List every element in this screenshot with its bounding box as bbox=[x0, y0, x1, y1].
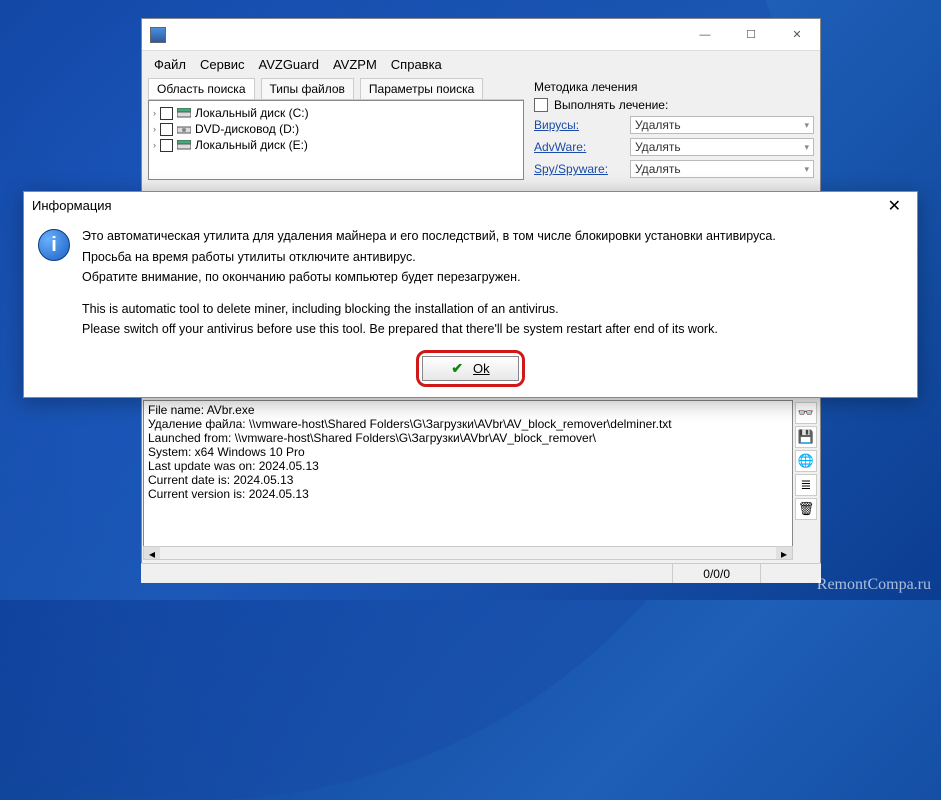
log-line: System: x64 Windows 10 Pro bbox=[148, 445, 788, 459]
log-line: Last update was on: 2024.05.13 bbox=[148, 459, 788, 473]
drive-d-label: DVD-дисковод (D:) bbox=[195, 122, 299, 136]
log-line: Удаление файла: \\vmware-host\Shared Fol… bbox=[148, 417, 788, 431]
left-tabs: Область поиска Типы файлов Параметры пои… bbox=[148, 78, 524, 100]
dvd-icon bbox=[177, 124, 191, 135]
titlebar: — ☐ ✕ bbox=[142, 19, 820, 51]
hdd-icon bbox=[177, 108, 191, 119]
tab-file-types[interactable]: Типы файлов bbox=[261, 78, 354, 99]
log-line: Current version is: 2024.05.13 bbox=[148, 487, 788, 501]
log-toolbar: 👓 💾 🌐 ≣ 🗑 bbox=[793, 400, 819, 560]
chevron-down-icon: ▾ bbox=[804, 142, 809, 153]
check-icon: ✔ bbox=[451, 360, 463, 377]
log-text[interactable]: File name: AVbr.exe Удаление файла: \\vm… bbox=[143, 400, 793, 560]
scroll-left-icon[interactable]: ◂ bbox=[144, 547, 160, 559]
statusbar: 0/0/0 bbox=[141, 563, 821, 583]
do-cure-checkbox[interactable] bbox=[534, 98, 548, 112]
dialog-text-ru2: Просьба на время работы утилиты отключит… bbox=[82, 248, 776, 266]
menu-avzpm[interactable]: AVZPM bbox=[333, 57, 377, 72]
drive-e-checkbox[interactable] bbox=[160, 139, 173, 152]
adware-label[interactable]: AdvWare: bbox=[534, 140, 624, 154]
dialog-close-button[interactable]: ✕ bbox=[880, 194, 909, 218]
log-panel: File name: AVbr.exe Удаление файла: \\vm… bbox=[143, 400, 819, 560]
save-icon[interactable]: 💾 bbox=[795, 426, 817, 448]
drive-e-label: Локальный диск (E:) bbox=[195, 138, 308, 152]
chevron-right-icon: › bbox=[153, 108, 156, 118]
spyware-action-select[interactable]: Удалять ▾ bbox=[630, 160, 814, 178]
do-cure-label: Выполнять лечение: bbox=[554, 98, 668, 112]
drive-d-checkbox[interactable] bbox=[160, 123, 173, 136]
adware-action-select[interactable]: Удалять ▾ bbox=[630, 138, 814, 156]
spyware-label[interactable]: Spy/Spyware: bbox=[534, 162, 624, 176]
dialog-title: Информация bbox=[32, 198, 112, 213]
stack-icon[interactable]: ≣ bbox=[795, 474, 817, 496]
horizontal-scrollbar[interactable]: ◂ ▸ bbox=[143, 546, 793, 560]
menu-help[interactable]: Справка bbox=[391, 57, 442, 72]
log-line: Launched from: \\vmware-host\Shared Fold… bbox=[148, 431, 788, 445]
tree-row-c[interactable]: › Локальный диск (C:) bbox=[153, 105, 519, 121]
hdd-icon bbox=[177, 140, 191, 151]
adware-action-value: Удалять bbox=[635, 140, 681, 154]
globe-icon[interactable]: 🌐 bbox=[795, 450, 817, 472]
ok-button-highlight: ✔ Ok bbox=[416, 350, 524, 387]
ok-label: Ok bbox=[473, 361, 490, 376]
dialog-text-en1: This is automatic tool to delete miner, … bbox=[82, 300, 776, 318]
scroll-right-icon[interactable]: ▸ bbox=[776, 547, 792, 559]
tree-row-d[interactable]: › DVD-дисковод (D:) bbox=[153, 121, 519, 137]
ok-button[interactable]: ✔ Ok bbox=[422, 356, 518, 381]
drive-tree: › Локальный диск (C:) › DVD-дисковод (D:… bbox=[148, 100, 524, 180]
tab-scan-params[interactable]: Параметры поиска bbox=[360, 78, 483, 99]
virus-action-select[interactable]: Удалять ▾ bbox=[630, 116, 814, 134]
menu-avzguard[interactable]: AVZGuard bbox=[259, 57, 319, 72]
tree-row-e[interactable]: › Локальный диск (E:) bbox=[153, 137, 519, 153]
glasses-icon[interactable]: 👓 bbox=[795, 402, 817, 424]
chevron-down-icon: ▾ bbox=[804, 120, 809, 131]
dialog-text-en2: Please switch off your antivirus before … bbox=[82, 320, 776, 338]
app-icon bbox=[150, 27, 166, 43]
virus-label[interactable]: Вирусы: bbox=[534, 118, 624, 132]
chevron-right-icon: › bbox=[153, 124, 156, 134]
menu-service[interactable]: Сервис bbox=[200, 57, 245, 72]
drive-c-checkbox[interactable] bbox=[160, 107, 173, 120]
chevron-down-icon: ▾ bbox=[804, 164, 809, 175]
chevron-right-icon: › bbox=[153, 140, 156, 150]
spyware-action-value: Удалять bbox=[635, 162, 681, 176]
minimize-button[interactable]: — bbox=[682, 19, 728, 50]
status-counter: 0/0/0 bbox=[672, 564, 760, 583]
dialog-message: Это автоматическая утилита для удаления … bbox=[82, 227, 776, 340]
dialog-titlebar: Информация ✕ bbox=[24, 192, 917, 219]
virus-action-value: Удалять bbox=[635, 118, 681, 132]
maximize-button[interactable]: ☐ bbox=[728, 19, 774, 50]
watermark: RemontCompa.ru bbox=[817, 576, 931, 594]
tab-scan-area[interactable]: Область поиска bbox=[148, 78, 255, 99]
dialog-text-ru3: Обратите внимание, по окончанию работы к… bbox=[82, 268, 776, 286]
cure-group-title: Методика лечения bbox=[534, 78, 814, 96]
dialog-text-ru1: Это автоматическая утилита для удаления … bbox=[82, 227, 776, 245]
clear-icon[interactable]: 🗑 bbox=[795, 498, 817, 520]
close-button[interactable]: ✕ bbox=[774, 19, 820, 50]
drive-c-label: Локальный диск (C:) bbox=[195, 106, 309, 120]
log-line: File name: AVbr.exe bbox=[148, 403, 788, 417]
info-icon: i bbox=[38, 229, 70, 261]
menu-file[interactable]: Файл bbox=[154, 57, 186, 72]
info-dialog: Информация ✕ i Это автоматическая утилит… bbox=[23, 191, 918, 398]
log-line: Current date is: 2024.05.13 bbox=[148, 473, 788, 487]
menubar: Файл Сервис AVZGuard AVZPM Справка bbox=[142, 51, 820, 78]
